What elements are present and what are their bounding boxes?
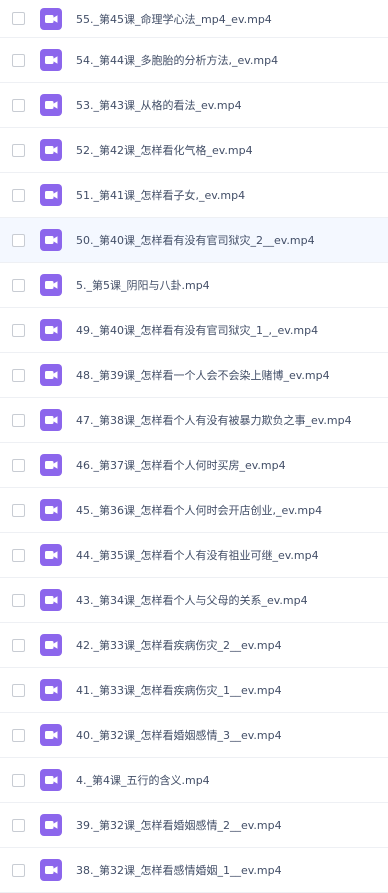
video-file-icon xyxy=(40,814,62,836)
video-file-icon xyxy=(40,319,62,341)
row-checkbox[interactable] xyxy=(12,368,25,382)
file-row[interactable]: 43._第34课_怎样看个人与父母的关系_ev.mp4 xyxy=(0,578,388,623)
file-row[interactable]: 38._第32课_怎样看感情婚姻_1__ev.mp4 xyxy=(0,848,388,893)
file-row[interactable]: 45._第36课_怎样看个人何时会开店创业,_ev.mp4 xyxy=(0,488,388,533)
file-name[interactable]: 43._第34课_怎样看个人与父母的关系_ev.mp4 xyxy=(76,592,384,608)
file-row[interactable]: 50._第40课_怎样看有没有官司狱灾_2__ev.mp4 xyxy=(0,218,388,263)
video-file-icon xyxy=(40,544,62,566)
row-checkbox[interactable] xyxy=(12,728,25,742)
video-file-icon xyxy=(40,7,62,30)
file-row[interactable]: 41._第33课_怎样看疾病伤灾_1__ev.mp4 xyxy=(0,668,388,713)
file-name[interactable]: 45._第36课_怎样看个人何时会开店创业,_ev.mp4 xyxy=(76,502,384,518)
row-checkbox[interactable] xyxy=(12,863,25,877)
file-row[interactable]: 53._第43课_从格的看法_ev.mp4 xyxy=(0,83,388,128)
row-checkbox[interactable] xyxy=(12,638,25,652)
file-name[interactable]: 54._第44课_多胞胎的分析方法,_ev.mp4 xyxy=(76,52,384,68)
video-file-icon xyxy=(40,769,62,791)
row-checkbox[interactable] xyxy=(12,323,25,337)
row-checkbox[interactable] xyxy=(12,548,25,562)
row-checkbox[interactable] xyxy=(12,683,25,697)
file-row[interactable]: 54._第44课_多胞胎的分析方法,_ev.mp4 xyxy=(0,38,388,83)
file-name[interactable]: 48._第39课_怎样看一个人会不会染上赌博_ev.mp4 xyxy=(76,367,384,383)
video-file-icon xyxy=(40,94,62,116)
file-name[interactable]: 53._第43课_从格的看法_ev.mp4 xyxy=(76,97,384,113)
video-file-icon xyxy=(40,679,62,701)
file-name[interactable]: 50._第40课_怎样看有没有官司狱灾_2__ev.mp4 xyxy=(76,232,384,248)
video-file-icon xyxy=(40,409,62,431)
file-name[interactable]: 51._第41课_怎样看子女,_ev.mp4 xyxy=(76,187,384,203)
file-row[interactable]: 51._第41课_怎样看子女,_ev.mp4 xyxy=(0,173,388,218)
video-file-icon xyxy=(40,454,62,476)
file-name[interactable]: 52._第42课_怎样看化气格_ev.mp4 xyxy=(76,142,384,158)
video-file-icon xyxy=(40,364,62,386)
file-row[interactable]: 5._第5课_阴阳与八卦.mp4 xyxy=(0,263,388,308)
row-checkbox[interactable] xyxy=(12,53,25,67)
row-checkbox[interactable] xyxy=(12,98,25,112)
row-checkbox[interactable] xyxy=(12,773,25,787)
video-file-icon xyxy=(40,274,62,296)
row-checkbox[interactable] xyxy=(12,593,25,607)
file-row[interactable]: 40._第32课_怎样看婚姻感情_3__ev.mp4 xyxy=(0,713,388,758)
file-name[interactable]: 44._第35课_怎样看个人有没有祖业可继_ev.mp4 xyxy=(76,547,384,563)
video-file-icon xyxy=(40,499,62,521)
file-row[interactable]: 4._第4课_五行的含义.mp4 xyxy=(0,758,388,803)
file-name[interactable]: 49._第40课_怎样看有没有官司狱灾_1_,_ev.mp4 xyxy=(76,322,384,338)
file-row[interactable]: 46._第37课_怎样看个人何时买房_ev.mp4 xyxy=(0,443,388,488)
file-row[interactable]: 44._第35课_怎样看个人有没有祖业可继_ev.mp4 xyxy=(0,533,388,578)
file-name[interactable]: 47._第38课_怎样看个人有没有被暴力欺负之事_ev.mp4 xyxy=(76,412,384,428)
file-name[interactable]: 55._第45课_命理学心法_mp4_ev.mp4 xyxy=(76,11,384,27)
file-name[interactable]: 42._第33课_怎样看疾病伤灾_2__ev.mp4 xyxy=(76,637,384,653)
file-name[interactable]: 38._第32课_怎样看感情婚姻_1__ev.mp4 xyxy=(76,862,384,878)
row-checkbox[interactable] xyxy=(12,458,25,472)
file-name[interactable]: 39._第32课_怎样看婚姻感情_2__ev.mp4 xyxy=(76,817,384,833)
file-row[interactable]: 49._第40课_怎样看有没有官司狱灾_1_,_ev.mp4 xyxy=(0,308,388,353)
file-name[interactable]: 5._第5课_阴阳与八卦.mp4 xyxy=(76,277,384,293)
row-checkbox[interactable] xyxy=(12,143,25,157)
video-file-icon xyxy=(40,634,62,656)
file-row[interactable]: 47._第38课_怎样看个人有没有被暴力欺负之事_ev.mp4 xyxy=(0,398,388,443)
row-checkbox[interactable] xyxy=(12,12,25,25)
file-row[interactable]: 55._第45课_命理学心法_mp4_ev.mp4 xyxy=(0,0,388,38)
file-name[interactable]: 46._第37课_怎样看个人何时买房_ev.mp4 xyxy=(76,457,384,473)
file-row[interactable]: 52._第42课_怎样看化气格_ev.mp4 xyxy=(0,128,388,173)
video-file-icon xyxy=(40,229,62,251)
video-file-icon xyxy=(40,184,62,206)
row-checkbox[interactable] xyxy=(12,503,25,517)
file-name[interactable]: 41._第33课_怎样看疾病伤灾_1__ev.mp4 xyxy=(76,682,384,698)
video-file-icon xyxy=(40,589,62,611)
file-row[interactable]: 48._第39课_怎样看一个人会不会染上赌博_ev.mp4 xyxy=(0,353,388,398)
video-file-icon xyxy=(40,859,62,881)
file-row[interactable]: 39._第32课_怎样看婚姻感情_2__ev.mp4 xyxy=(0,803,388,848)
row-checkbox[interactable] xyxy=(12,233,25,247)
row-checkbox[interactable] xyxy=(12,413,25,427)
file-row[interactable]: 42._第33课_怎样看疾病伤灾_2__ev.mp4 xyxy=(0,623,388,668)
row-checkbox[interactable] xyxy=(12,188,25,202)
file-name[interactable]: 4._第4课_五行的含义.mp4 xyxy=(76,772,384,788)
video-file-icon xyxy=(40,139,62,161)
file-name[interactable]: 40._第32课_怎样看婚姻感情_3__ev.mp4 xyxy=(76,727,384,743)
video-file-icon xyxy=(40,724,62,746)
video-file-icon xyxy=(40,49,62,71)
row-checkbox[interactable] xyxy=(12,818,25,832)
row-checkbox[interactable] xyxy=(12,278,25,292)
file-list: 55._第45课_命理学心法_mp4_ev.mp4 54._第44课_多胞胎的分析… xyxy=(0,0,388,893)
